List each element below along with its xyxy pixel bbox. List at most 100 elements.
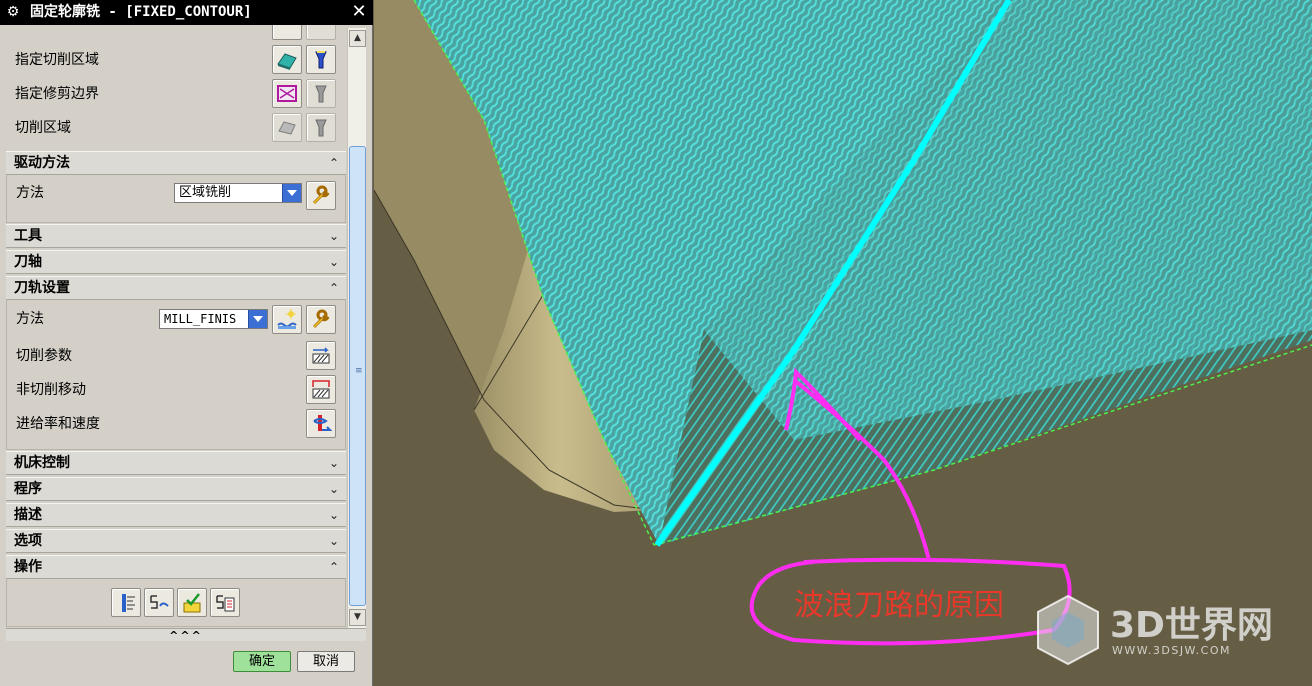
drive-method-title: 驱动方法 xyxy=(14,155,70,171)
section-machine-control[interactable]: 机床控制 ⌄ xyxy=(6,451,346,475)
annotation-text: 波浪刀路的原因 xyxy=(794,588,1004,623)
cut-params-label: 切削参数 xyxy=(16,348,72,364)
specify-trim-boundary-label: 指定修剪边界 xyxy=(15,86,99,102)
tool-title: 工具 xyxy=(14,228,42,244)
drive-method-select[interactable]: 区域铣削 xyxy=(174,183,302,203)
operation-body xyxy=(6,579,346,627)
dialog-content: 指定切削区域 指定修剪边界 切削区域 驱动方法 ⌃ 方法 区域铣削 工具 ⌄ 刀… xyxy=(6,25,346,630)
path-method-select[interactable]: MILL_FINIS xyxy=(159,309,268,329)
section-tool[interactable]: 工具 ⌄ xyxy=(6,224,346,248)
scroll-down-icon[interactable]: ▼ xyxy=(349,609,366,626)
chevron-down-icon[interactable]: ⌄ xyxy=(327,228,341,244)
display-cut-area-button[interactable] xyxy=(306,45,336,74)
specify-cut-area-button[interactable] xyxy=(272,45,302,74)
display-trim-boundary-button[interactable] xyxy=(306,79,336,108)
graphics-viewport[interactable]: 波浪刀路的原因 3D世界网 WWW.3DSJW.COM xyxy=(374,0,1312,686)
list-button[interactable] xyxy=(210,588,240,617)
feeds-speeds-icon xyxy=(313,415,332,431)
row-specify-cut-area: 指定切削区域 xyxy=(6,43,346,77)
section-options[interactable]: 选项 ⌄ xyxy=(6,529,346,553)
tool-axis-title: 刀轴 xyxy=(14,254,42,270)
dialog-titlebar[interactable]: ⚙ 固定轮廓铣 - [FIXED_CONTOUR] ✕ xyxy=(0,0,373,25)
wrench-icon xyxy=(312,185,330,205)
section-tool-axis[interactable]: 刀轴 ⌄ xyxy=(6,250,346,274)
description-title: 描述 xyxy=(14,507,42,523)
screen: ⚙ 固定轮廓铣 - [FIXED_CONTOUR] ✕ 指定切削区域 指定修剪边… xyxy=(0,0,1312,686)
cancel-button[interactable]: 取消 xyxy=(297,651,355,672)
ok-button[interactable]: 确定 xyxy=(233,651,291,672)
chevron-down-icon[interactable]: ⌄ xyxy=(327,507,341,523)
operation-title: 操作 xyxy=(14,559,42,575)
create-method-button[interactable] xyxy=(272,305,302,334)
cut-region-button[interactable] xyxy=(272,113,302,142)
chevron-down-icon[interactable]: ⌄ xyxy=(327,455,341,471)
drive-method-label: 方法 xyxy=(16,185,44,201)
non-cut-moves-label: 非切削移动 xyxy=(16,382,86,398)
path-method-value: MILL_FINIS xyxy=(164,312,237,326)
program-title: 程序 xyxy=(14,481,42,497)
list-icon xyxy=(216,595,235,612)
path-settings-title: 刀轨设置 xyxy=(14,280,70,296)
verify-button[interactable] xyxy=(177,588,207,617)
drive-method-value: 区域铣削 xyxy=(179,185,232,200)
wrench-icon xyxy=(312,309,330,329)
cut-params-button[interactable] xyxy=(306,341,336,370)
options-title: 选项 xyxy=(14,533,42,549)
watermark-logo: 3D世界网 WWW.3DSJW.COM xyxy=(1032,592,1302,672)
replay-button[interactable] xyxy=(144,588,174,617)
chevron-down-icon[interactable]: ⌄ xyxy=(327,254,341,270)
specify-cut-area-label: 指定切削区域 xyxy=(15,52,99,68)
section-program[interactable]: 程序 ⌄ xyxy=(6,477,346,501)
dialog-scrollbar[interactable]: ▲ ≡ ▼ xyxy=(347,28,366,628)
feeds-speeds-label: 进给率和速度 xyxy=(16,416,100,432)
chevron-down-icon[interactable] xyxy=(248,310,267,328)
machine-control-title: 机床控制 xyxy=(14,455,70,471)
cube-logo-icon xyxy=(1037,594,1099,666)
close-icon[interactable]: ✕ xyxy=(349,2,369,22)
path-method-label: 方法 xyxy=(16,311,44,327)
section-drive-method[interactable]: 驱动方法 ⌃ xyxy=(6,151,346,175)
chevron-down-icon[interactable] xyxy=(282,184,301,202)
scroll-thumb[interactable]: ≡ xyxy=(349,146,366,606)
chevron-down-icon[interactable]: ⌄ xyxy=(327,481,341,497)
display-cut-region-button[interactable] xyxy=(306,113,336,142)
section-path-settings[interactable]: 刀轨设置 ⌃ xyxy=(6,276,346,300)
non-cut-moves-button[interactable] xyxy=(306,375,336,404)
drive-method-edit-button[interactable] xyxy=(306,181,336,210)
chevron-up-icon[interactable]: ⌃ xyxy=(327,280,341,296)
cut-area-icon xyxy=(277,53,297,70)
chevron-up-icon[interactable]: ⌃ xyxy=(327,559,341,575)
row-specify-trim-boundary: 指定修剪边界 xyxy=(6,77,346,111)
dialog-title: 固定轮廓铣 - [FIXED_CONTOUR] xyxy=(30,4,252,20)
flashlight-icon xyxy=(315,85,327,103)
drive-method-body: 方法 区域铣削 xyxy=(6,175,346,223)
flashlight-icon xyxy=(315,51,327,69)
cut-params-icon xyxy=(312,347,330,364)
create-method-icon xyxy=(277,309,297,329)
display-location-button[interactable] xyxy=(306,25,336,40)
collapse-bar[interactable]: ^^^ xyxy=(6,628,366,642)
specify-trim-boundary-button[interactable] xyxy=(272,79,302,108)
watermark-text: 3D世界网 xyxy=(1110,605,1273,646)
watermark-url: WWW.3DSJW.COM xyxy=(1112,644,1231,657)
scroll-up-icon[interactable]: ▲ xyxy=(349,30,366,47)
specify-location-button[interactable] xyxy=(272,25,302,40)
generate-icon xyxy=(122,594,135,612)
path-method-edit-button[interactable] xyxy=(306,305,336,334)
cut-off-row xyxy=(6,25,346,42)
chevron-up-icon[interactable]: ⌃ xyxy=(327,155,341,171)
fixed-contour-dialog: ⚙ 固定轮廓铣 - [FIXED_CONTOUR] ✕ 指定切削区域 指定修剪边… xyxy=(0,0,373,686)
non-cut-moves-icon xyxy=(312,380,330,399)
cut-region-icon xyxy=(278,121,296,135)
gear-icon[interactable]: ⚙ xyxy=(4,3,22,21)
section-description[interactable]: 描述 ⌄ xyxy=(6,503,346,527)
chevron-down-icon[interactable]: ⌄ xyxy=(327,533,341,549)
section-operation[interactable]: 操作 ⌃ xyxy=(6,555,346,579)
cut-region-label: 切削区域 xyxy=(15,120,71,136)
generate-button[interactable] xyxy=(111,588,141,617)
row-cut-region: 切削区域 xyxy=(6,111,346,147)
flashlight-icon xyxy=(315,119,327,137)
replay-icon xyxy=(150,595,169,609)
feeds-speeds-button[interactable] xyxy=(306,409,336,438)
path-settings-body: 方法 MILL_FINIS 切削参数 非切削移动 进给率和速度 xyxy=(6,300,346,450)
